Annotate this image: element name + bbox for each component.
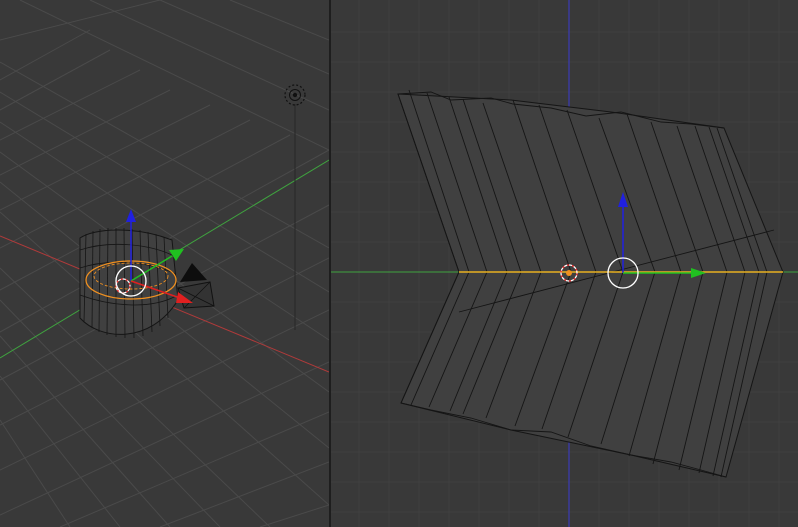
3d-viewport-left[interactable] [0,0,329,527]
mesh-object[interactable] [397,89,784,478]
lamp-icon[interactable] [284,84,306,330]
perspective-view-canvas[interactable] [0,0,329,527]
orthographic-view-canvas[interactable] [331,0,798,527]
3d-viewport-right[interactable] [331,0,798,527]
